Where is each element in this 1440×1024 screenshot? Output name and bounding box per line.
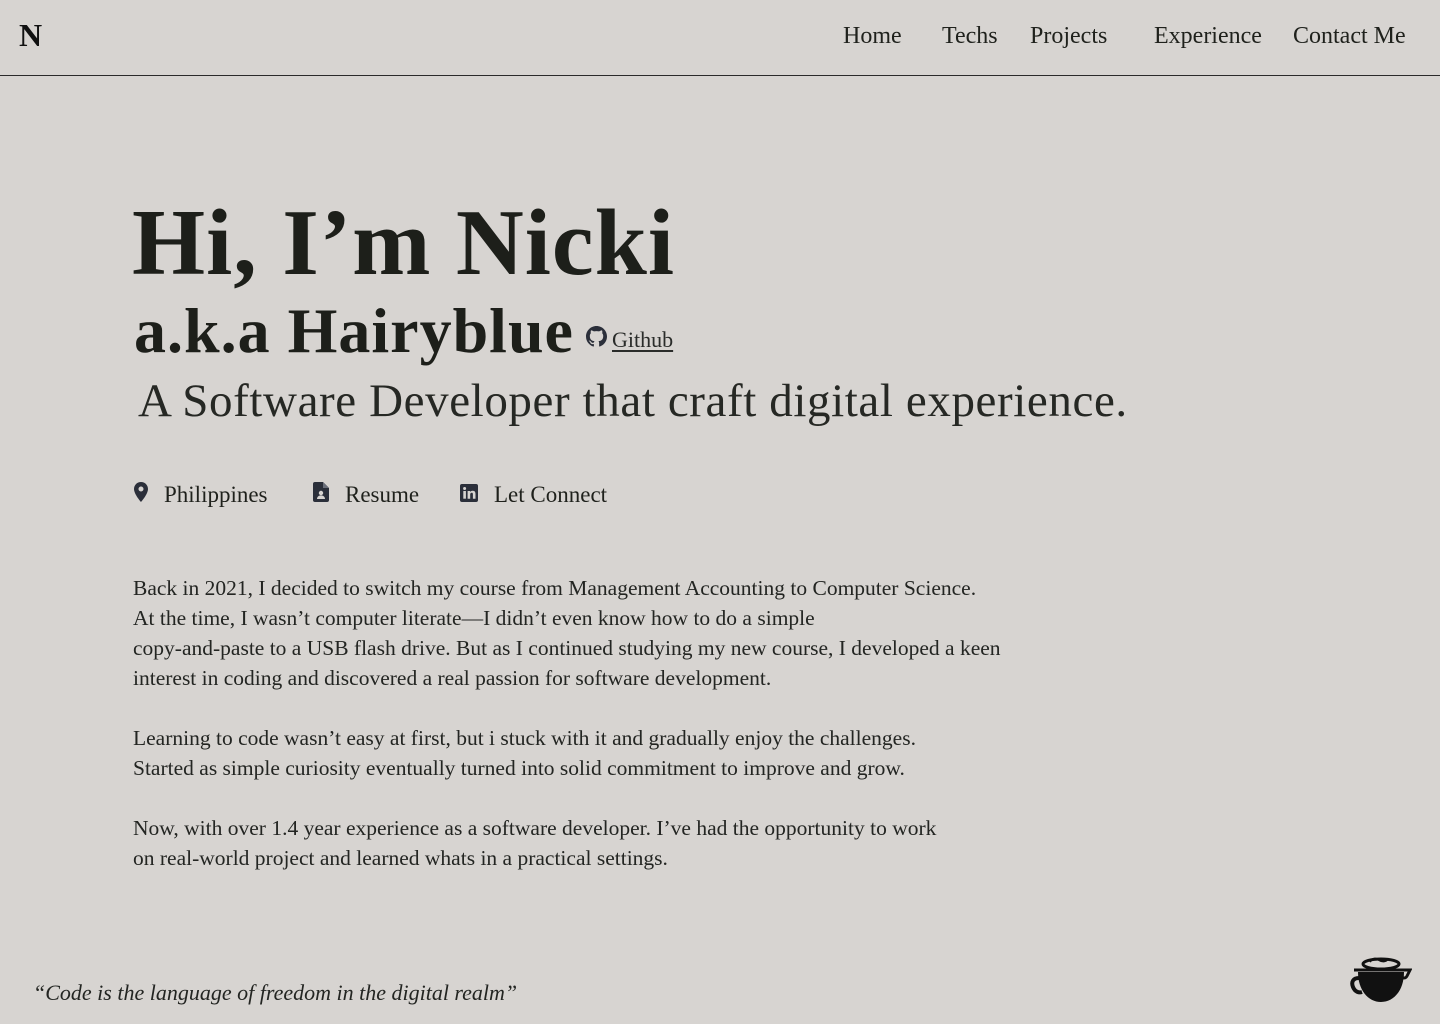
linkedin-icon xyxy=(460,480,494,510)
github-label: Github xyxy=(612,327,674,352)
resume-label: Resume xyxy=(345,482,420,507)
github-link[interactable]: Github xyxy=(586,326,673,354)
bio-line: copy-and-paste to a USB flash drive. But… xyxy=(133,636,1001,660)
footer-quote: “Code is the language of freedom in the … xyxy=(33,980,518,1005)
coffee-cup-icon[interactable] xyxy=(1350,954,1413,1006)
nav-contact[interactable]: Contact Me xyxy=(1293,21,1406,51)
nav-home[interactable]: Home xyxy=(843,21,902,51)
location-item: Philippines xyxy=(134,480,268,510)
bio-section: Back in 2021, I decided to switch my cou… xyxy=(133,573,1233,903)
portfolio-page: N Home Techs Projects Experience Contact… xyxy=(0,0,1440,1024)
site-header: N Home Techs Projects Experience Contact… xyxy=(0,0,1440,76)
hero-title: Hi, I’m Nicki xyxy=(132,191,676,295)
linkedin-label: Let Connect xyxy=(494,482,608,507)
bio-line: on real-world project and learned whats … xyxy=(133,846,668,870)
bio-paragraph-1: Back in 2021, I decided to switch my cou… xyxy=(133,573,1233,693)
site-logo[interactable]: N xyxy=(19,16,42,54)
resume-link[interactable]: Resume xyxy=(313,480,419,510)
bio-line: interest in coding and discovered a real… xyxy=(133,666,772,690)
bio-line: Now, with over 1.4 year experience as a … xyxy=(133,816,937,840)
bio-line: At the time, I wasn’t computer literate—… xyxy=(133,606,815,630)
location-label: Philippines xyxy=(164,482,268,507)
nav-experience[interactable]: Experience xyxy=(1154,21,1262,51)
location-pin-icon xyxy=(134,480,164,510)
linkedin-link[interactable]: Let Connect xyxy=(460,480,607,510)
bio-line: Started as simple curiosity eventually t… xyxy=(133,756,905,780)
bio-paragraph-2: Learning to code wasn’t easy at first, b… xyxy=(133,723,1233,783)
hero-subtitle: A Software Developer that craft digital … xyxy=(138,375,1128,427)
nav-techs[interactable]: Techs xyxy=(942,21,998,51)
hero-aka: a.k.a Hairyblue xyxy=(134,295,574,366)
bio-line: Learning to code wasn’t easy at first, b… xyxy=(133,726,916,750)
bio-paragraph-3: Now, with over 1.4 year experience as a … xyxy=(133,813,1233,873)
bio-line: Back in 2021, I decided to switch my cou… xyxy=(133,576,977,600)
resume-file-icon xyxy=(313,480,345,510)
github-icon xyxy=(586,326,607,354)
nav-projects[interactable]: Projects xyxy=(1030,21,1107,51)
